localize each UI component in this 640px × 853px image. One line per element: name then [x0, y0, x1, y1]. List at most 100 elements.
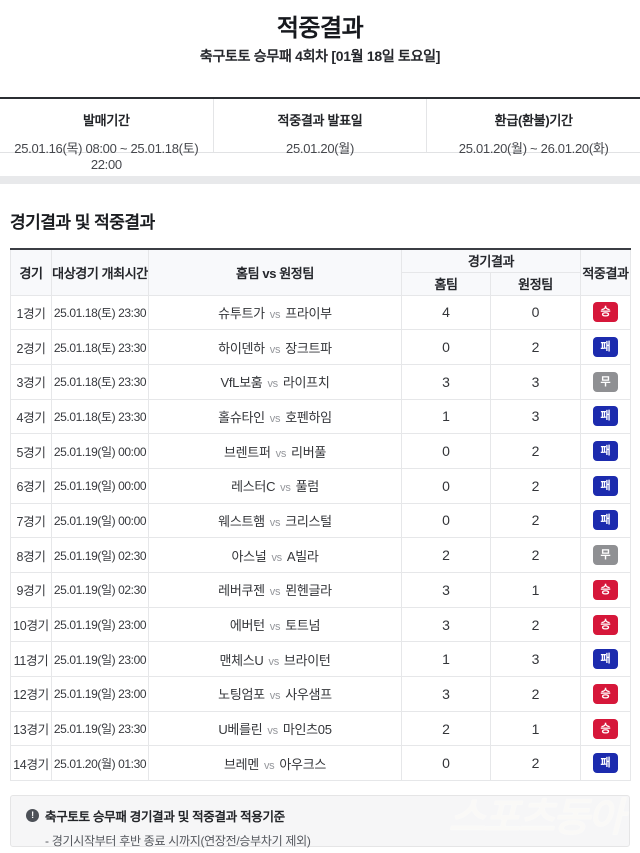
away-team-name: 브라이턴 [283, 652, 331, 668]
criteria-note-title-row: ! 축구토토 승무패 경기결과 및 적중결과 적용기준 [26, 806, 614, 825]
home-score: 2 [401, 710, 491, 747]
result-badge: 무 [593, 545, 618, 566]
vs-label: vs [263, 759, 275, 772]
match-teams: 하이덴하 vs 장크트파 [148, 329, 402, 365]
game-number: 9경기 [10, 572, 52, 608]
away-score: 3 [490, 641, 581, 678]
home-score: 3 [401, 572, 491, 608]
game-number: 5경기 [10, 433, 52, 469]
col-header-game: 경기 [10, 248, 52, 296]
home-team-name: 슈투트가 [218, 305, 265, 321]
home-score: 3 [401, 363, 491, 400]
section-title: 경기결과 및 적중결과 [10, 213, 155, 232]
info-icon: ! [26, 809, 39, 822]
match-datetime: 25.01.19(일) 00:00 [51, 467, 149, 504]
home-team-name: 하이덴하 [218, 340, 265, 356]
hit-result-cell: 패 [580, 502, 631, 539]
vs-label: vs [267, 378, 278, 391]
home-score: 0 [401, 745, 491, 782]
col-header-match-result: 경기결과 [401, 248, 581, 273]
away-score: 1 [490, 710, 581, 747]
match-datetime: 25.01.18(토) 23:30 [51, 363, 149, 400]
home-team-name: 웨스트햄 [218, 513, 265, 529]
home-score: 4 [401, 294, 491, 331]
vs-label: vs [267, 725, 278, 738]
away-score: 2 [490, 676, 581, 712]
away-team-name: 프라이부 [285, 305, 332, 321]
away-score: 2 [490, 745, 581, 782]
result-badge: 패 [593, 649, 618, 670]
hit-result-cell: 패 [580, 398, 631, 435]
result-badge: 패 [593, 753, 618, 774]
info-value: 25.01.20(월) ~ 26.01.20(화) [458, 141, 609, 156]
vs-label: vs [269, 516, 281, 529]
away-team-name: 아우크스 [279, 756, 327, 772]
away-team-name: 장크트파 [285, 340, 332, 356]
hit-result-cell: 승 [580, 294, 631, 331]
away-team-name: 마인츠05 [282, 722, 332, 738]
criteria-note-box: ! 축구토토 승무패 경기결과 및 적중결과 적용기준 - 경기시작부터 후반 … [10, 795, 630, 848]
away-score: 3 [490, 398, 581, 435]
away-score: 0 [490, 294, 581, 331]
away-score: 2 [490, 467, 581, 504]
table-row: 4경기 25.01.18(토) 23:30 홀슈타인 vs 호펜하임 1 3 패 [10, 398, 631, 435]
match-datetime: 25.01.18(토) 23:30 [51, 294, 149, 331]
table-row: 7경기 25.01.19(일) 00:00 웨스트햄 vs 크리스털 0 2 패 [10, 502, 631, 539]
result-badge: 승 [593, 718, 618, 739]
home-team-name: 맨체스U [219, 652, 264, 668]
home-team-name: 에버턴 [229, 618, 265, 634]
match-datetime: 25.01.19(일) 23:00 [51, 606, 149, 643]
table-row: 8경기 25.01.19(일) 02:30 아스널 vs A빌라 2 2 무 [10, 537, 631, 573]
table-row: 3경기 25.01.18(토) 23:30 VfL보훔 vs 라이프치 3 3 무 [10, 363, 631, 400]
hit-result-cell: 승 [580, 710, 631, 747]
criteria-note-text: - 경기시작부터 후반 종료 시까지(연장전/승부차기 제외) [45, 834, 311, 848]
game-number: 2경기 [10, 329, 52, 365]
page-title: 적중결과 [276, 15, 364, 42]
hit-result-cell: 무 [580, 363, 631, 400]
table-row: 11경기 25.01.19(일) 23:00 맨체스U vs 브라이턴 1 3 패 [10, 641, 631, 678]
home-score: 0 [401, 433, 491, 469]
table-row: 6경기 25.01.19(일) 00:00 레스터C vs 풀럼 0 2 패 [10, 467, 631, 504]
results-table: 경기 대상경기 개최시간 홈팀 vs 원정팀 경기결과 적중결과 홈팀 원정팀 … [10, 248, 631, 782]
home-score: 1 [401, 398, 491, 435]
away-score: 1 [490, 572, 581, 608]
away-team-name: 크리스털 [285, 513, 332, 529]
vs-label: vs [275, 447, 287, 460]
vs-label: vs [269, 412, 281, 425]
home-team-name: 브렌트퍼 [223, 444, 271, 460]
match-datetime: 25.01.19(일) 02:30 [51, 537, 149, 573]
match-datetime: 25.01.19(일) 02:30 [51, 572, 149, 608]
result-badge: 승 [593, 683, 618, 704]
away-team-name: 묀헨글라 [285, 583, 332, 599]
match-datetime: 25.01.19(일) 23:00 [51, 676, 149, 712]
info-label: 환급(환불)기간 [494, 113, 573, 128]
hit-result-cell: 승 [580, 676, 631, 712]
away-score: 2 [490, 502, 581, 539]
hit-result-cell: 승 [580, 606, 631, 643]
game-number: 8경기 [10, 537, 52, 573]
home-score: 1 [401, 641, 491, 678]
info-label: 발매기간 [83, 113, 130, 128]
vs-label: vs [269, 308, 281, 321]
game-number: 12경기 [10, 676, 52, 712]
table-row: 5경기 25.01.19(일) 00:00 브렌트퍼 vs 리버풀 0 2 패 [10, 433, 631, 469]
home-team-name: 홀슈타인 [218, 409, 265, 425]
result-badge: 패 [593, 337, 618, 358]
col-header-hit-result: 적중결과 [580, 248, 631, 296]
table-row: 1경기 25.01.18(토) 23:30 슈투트가 vs 프라이부 4 0 승 [10, 294, 631, 331]
vs-label: vs [269, 586, 281, 599]
sale-info-section: 발매기간 25.01.16(목) 08:00 ~ 25.01.18(토) 22:… [0, 97, 640, 172]
match-datetime: 25.01.18(토) 23:30 [51, 329, 149, 365]
table-row: 14경기 25.01.20(월) 01:30 브레멘 vs 아우크스 0 2 패 [10, 745, 631, 782]
hit-result-cell: 승 [580, 572, 631, 608]
match-teams: 노팅엄포 vs 사우샘프 [148, 676, 402, 712]
away-score: 2 [490, 606, 581, 643]
vs-label: vs [269, 690, 281, 703]
match-teams: 맨체스U vs 브라이턴 [148, 641, 402, 678]
hit-result-cell: 패 [580, 467, 631, 504]
vs-label: vs [269, 621, 281, 634]
game-number: 7경기 [10, 502, 52, 539]
away-team-name: 호펜하임 [285, 409, 332, 425]
home-team-name: 브레멘 [223, 756, 259, 772]
result-badge: 승 [593, 302, 618, 323]
